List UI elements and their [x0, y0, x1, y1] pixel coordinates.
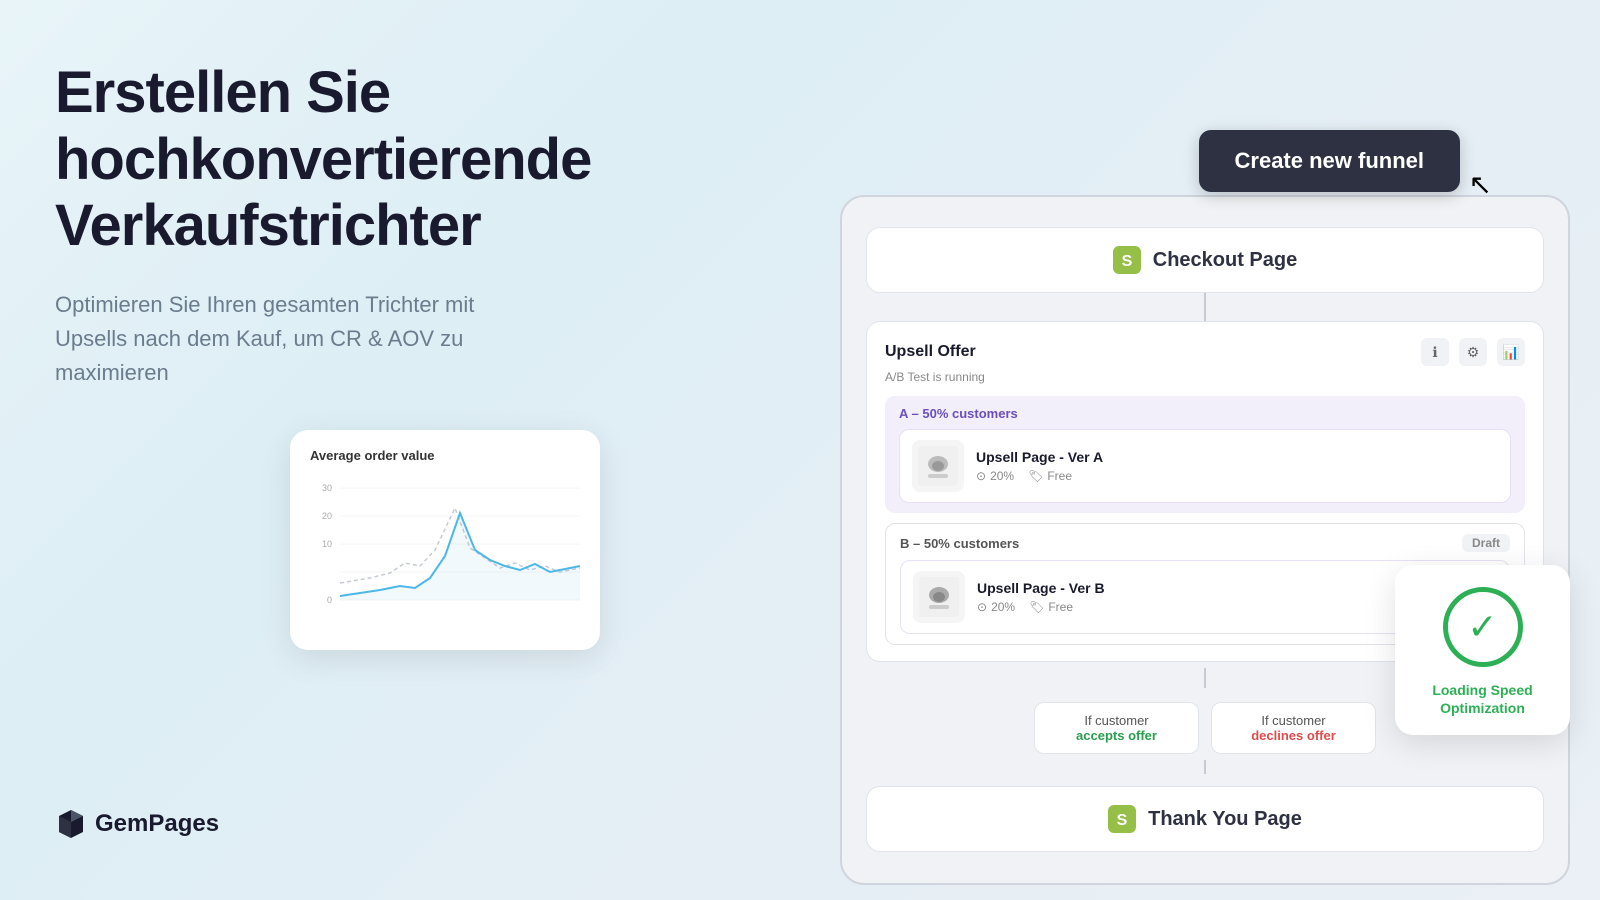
funnel-panel: S Checkout Page Upsell Offer ℹ ⚙ 📊 A/B T…	[840, 195, 1570, 885]
thank-you-page-label: Thank You Page	[1148, 808, 1302, 831]
upsell-offer-title: Upsell Offer	[885, 343, 976, 361]
branch-decline-label2: declines offer	[1251, 728, 1336, 743]
shopify-icon-2: S	[1108, 805, 1136, 833]
speed-check-circle: ✓	[1443, 587, 1523, 667]
svg-text:30: 30	[322, 483, 332, 493]
variant-b-thumbnail	[913, 571, 965, 623]
speed-optimization-text: Loading SpeedOptimization	[1432, 681, 1532, 717]
info-icon[interactable]: ℹ	[1421, 338, 1449, 366]
connector-line-1	[1204, 293, 1206, 321]
svg-text:20: 20	[322, 511, 332, 521]
variant-a[interactable]: Upsell Page - Ver A ⊙ 20% 🏷 Free	[899, 429, 1511, 503]
ab-a-label: A – 50% customers	[899, 406, 1511, 421]
variant-a-price: 🏷 Free	[1028, 469, 1072, 483]
branch-decline-button: If customer declines offer	[1211, 702, 1376, 754]
speed-optimization-card: ✓ Loading SpeedOptimization	[1395, 565, 1570, 735]
variant-b-discount: ⊙ 20%	[977, 600, 1015, 614]
settings-icon[interactable]: ⚙	[1459, 338, 1487, 366]
logo: GemPages	[55, 808, 219, 840]
branch-decline-label1: If customer	[1261, 713, 1325, 728]
branch-accept-label2: accepts offer	[1076, 728, 1157, 743]
create-funnel-button[interactable]: Create new funnel	[1199, 130, 1460, 192]
ab-b-label: B – 50% customers	[900, 536, 1019, 551]
svg-text:0: 0	[327, 595, 332, 605]
hero-subtitle: Optimieren Sie Ihren gesamten Trichter m…	[55, 288, 535, 390]
shopify-icon: S	[1113, 246, 1141, 274]
chart-title: Average order value	[310, 448, 580, 463]
svg-text:S: S	[1117, 812, 1128, 829]
variant-a-thumbnail	[912, 440, 964, 492]
chart-card: Average order value 30 20 10 0	[290, 430, 600, 650]
checkout-page-box: S Checkout Page	[866, 227, 1544, 293]
variant-a-discount: ⊙ 20%	[976, 469, 1014, 483]
svg-text:10: 10	[322, 539, 332, 549]
check-icon: ✓	[1467, 606, 1497, 648]
hero-title: Erstellen Sie hochkonvertierende Verkauf…	[55, 60, 595, 260]
gempages-logo-icon	[55, 808, 87, 840]
hero-section: Erstellen Sie hochkonvertierende Verkauf…	[55, 60, 595, 390]
branch-accept-button: If customer accepts offer	[1034, 702, 1199, 754]
chart-icon[interactable]: 📊	[1497, 338, 1525, 366]
branch-accept-label1: If customer	[1084, 713, 1148, 728]
upsell-offer-subtitle: A/B Test is running	[885, 370, 1525, 384]
draft-badge: Draft	[1462, 534, 1510, 552]
variant-b-price: 🏷 Free	[1029, 600, 1073, 614]
logo-text: GemPages	[95, 810, 219, 838]
chart-svg: 30 20 10 0	[310, 473, 580, 623]
checkout-page-label: Checkout Page	[1153, 249, 1297, 272]
cursor-icon: ↖	[1469, 168, 1492, 201]
svg-text:S: S	[1121, 253, 1132, 270]
ab-a-section: A – 50% customers Upsell Page - Ver A ⊙	[885, 396, 1525, 513]
thank-you-page-box: S Thank You Page	[866, 786, 1544, 852]
variant-a-name: Upsell Page - Ver A	[976, 449, 1498, 465]
